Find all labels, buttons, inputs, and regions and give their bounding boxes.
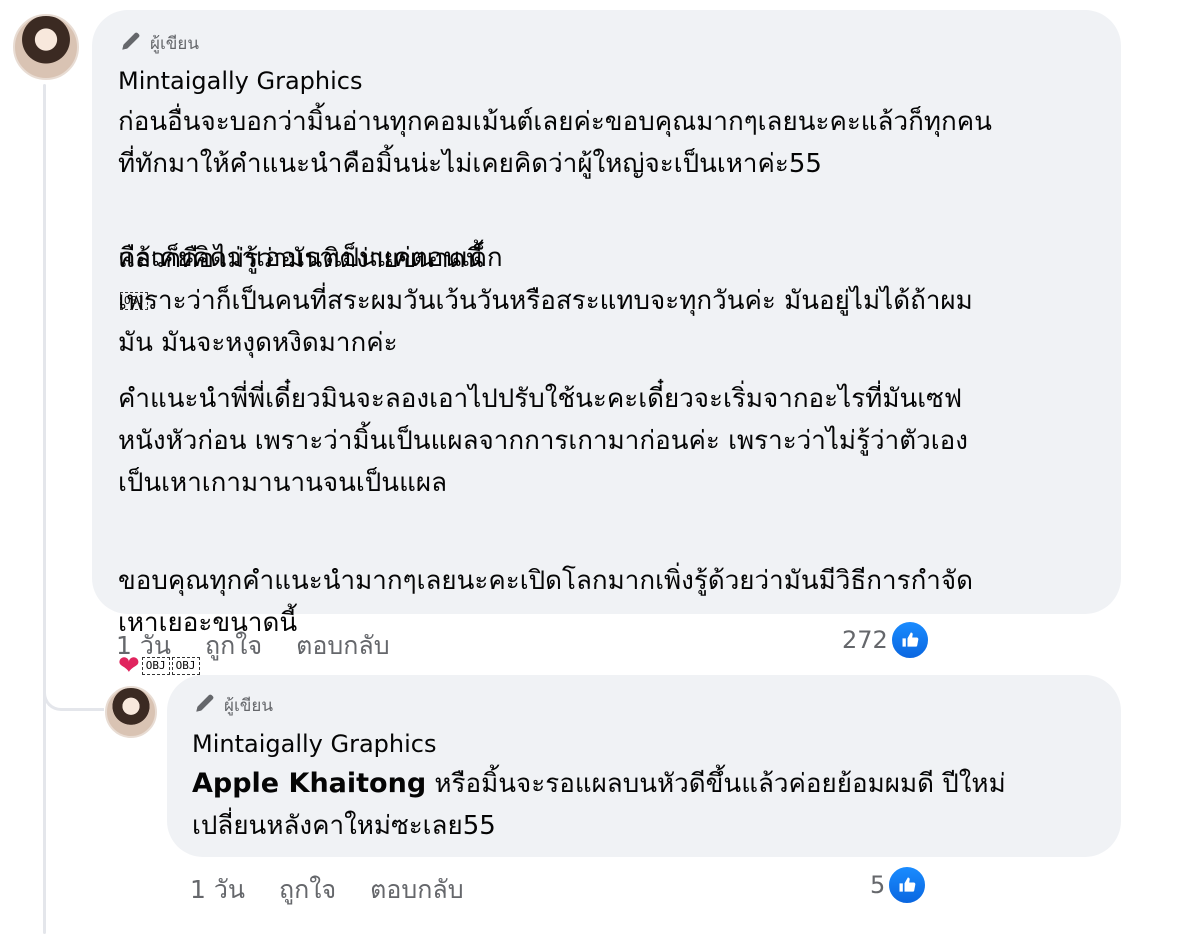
reaction-count: 272	[842, 626, 888, 654]
reaction-count: 5	[870, 871, 886, 899]
author-badge-label: ผู้เขียน	[224, 696, 273, 716]
reply-actions: 1 วัน ถูกใจ ตอบกลับ	[190, 870, 498, 910]
comment-paragraph: ก่อนอื่นจะบอกว่ามิ้นอ่านทุกคอมเม้นต์เลยค…	[118, 107, 992, 179]
author-badge-label: ผู้เขียน	[150, 34, 199, 54]
comment-paragraph: แล้วก็คือไม่รู้ว่ามันติดง่ายขนาดนี้ เพรา…	[118, 244, 973, 358]
like-button[interactable]: ถูกใจ	[279, 870, 336, 910]
timestamp[interactable]: 1 วัน	[190, 870, 245, 910]
comment-paragraph: คำแนะนำพี่พี่เดี๋ยวมินจะลองเอาไปปรับใช้น…	[118, 384, 968, 498]
like-thumb-icon	[889, 620, 930, 660]
author-badge: ผู้เขียน	[118, 28, 199, 59]
timestamp[interactable]: 1 วัน	[116, 626, 171, 666]
like-thumb-icon	[887, 865, 928, 905]
avatar[interactable]	[105, 686, 157, 738]
reply-connector	[43, 660, 104, 711]
thread-line	[43, 84, 46, 934]
reaction-summary[interactable]: 5	[870, 865, 928, 905]
author-name[interactable]: Mintaigally Graphics	[118, 67, 362, 95]
reaction-summary[interactable]: 272	[842, 620, 930, 660]
reply-text: Apple Khaitong หรือมิ้นจะรอแผลบนหัวดีขึ้…	[192, 763, 1006, 805]
reply-text-line: เปลี่ยนหลังคาใหม่ซะเลย55	[192, 811, 496, 841]
comment-actions: 1 วัน ถูกใจ ตอบกลับ	[116, 626, 424, 666]
pencil-icon	[192, 690, 218, 721]
author-name[interactable]: Mintaigally Graphics	[192, 730, 436, 758]
like-button[interactable]: ถูกใจ	[205, 626, 262, 666]
reply-text-line: หรือมิ้นจะรอแผลบนหัวดีขึ้นแล้วค่อยย้อมผม…	[426, 769, 1006, 799]
mention-link[interactable]: Apple Khaitong	[192, 768, 426, 799]
pencil-icon	[118, 28, 144, 59]
avatar[interactable]	[13, 14, 79, 80]
reply-button[interactable]: ตอบกลับ	[296, 626, 389, 666]
reply-button[interactable]: ตอบกลับ	[370, 870, 463, 910]
author-badge: ผู้เขียน	[192, 690, 273, 721]
